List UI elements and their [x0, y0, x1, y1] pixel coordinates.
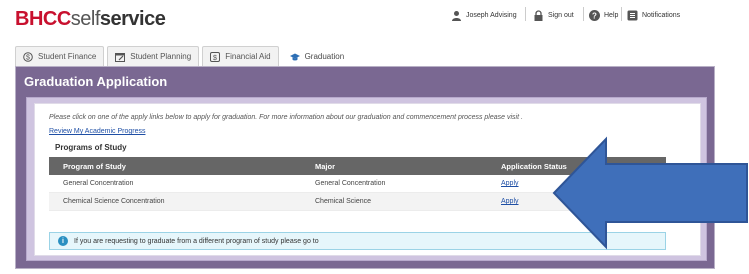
nav-tabs: $ Student Finance Student Planning $ Fin…	[15, 46, 353, 66]
notifications-label: Notifications	[642, 11, 681, 19]
tab-student-planning[interactable]: Student Planning	[107, 46, 200, 66]
svg-text:$: $	[26, 54, 30, 61]
help-icon: ?	[589, 9, 600, 21]
notifications-icon	[627, 10, 638, 21]
cell-major: General Concentration	[315, 180, 386, 187]
bhcc-logo[interactable]: BHCCselfservice	[15, 8, 166, 31]
logo-service: service	[99, 8, 166, 30]
page-title: Graduation Application	[24, 74, 168, 89]
sign-out-label: Sign out	[548, 11, 574, 19]
header-program: Program of Study	[63, 161, 126, 171]
tab-label: Student Planning	[130, 52, 192, 61]
user-icon	[451, 10, 462, 21]
tab-label: Graduation	[304, 52, 345, 61]
header-major: Major	[315, 161, 336, 171]
logo-bhcc: BHCC	[15, 8, 71, 30]
tab-student-finance[interactable]: $ Student Finance	[15, 46, 105, 66]
lock-icon	[533, 9, 544, 21]
svg-text:?: ?	[592, 11, 597, 20]
svg-text:$: $	[213, 54, 217, 61]
info-note-text: If you are requesting to graduate from a…	[74, 237, 319, 245]
review-progress-link[interactable]: Review My Academic Progress	[49, 128, 145, 135]
tab-label: Financial Aid	[225, 52, 271, 61]
tab-label: Student Finance	[38, 52, 97, 61]
tab-graduation[interactable]: Graduation	[281, 46, 353, 66]
info-icon: i	[58, 236, 68, 246]
blue-arrow-annotation	[552, 136, 748, 250]
app-header: BHCCselfservice Joseph Advising Sign out…	[0, 0, 749, 38]
intro-text: Please click on one of the apply links b…	[49, 114, 523, 121]
dollar-circle-icon: $	[23, 51, 33, 62]
help-label: Help	[604, 11, 619, 19]
cell-program: General Concentration	[63, 180, 134, 187]
graduation-cap-icon	[289, 52, 300, 62]
cell-major: Chemical Science	[315, 198, 372, 205]
cell-program: Chemical Science Concentration	[63, 198, 165, 205]
section-title: Programs of Study	[55, 143, 127, 152]
user-menu[interactable]: Joseph Advising	[451, 8, 517, 22]
notifications-button[interactable]: Notifications	[627, 8, 680, 22]
dollar-square-icon: $	[210, 51, 221, 62]
sign-out-button[interactable]: Sign out	[533, 8, 574, 22]
help-button[interactable]: ? Help	[589, 8, 618, 22]
tab-financial-aid[interactable]: $ Financial Aid	[202, 46, 279, 66]
apply-link[interactable]: Apply	[501, 198, 519, 205]
calendar-icon	[115, 52, 126, 62]
divider	[583, 7, 584, 21]
logo-self: self	[70, 8, 101, 30]
divider	[525, 7, 526, 21]
divider	[621, 7, 622, 21]
user-name: Joseph Advising	[466, 11, 517, 19]
apply-link[interactable]: Apply	[501, 180, 519, 187]
